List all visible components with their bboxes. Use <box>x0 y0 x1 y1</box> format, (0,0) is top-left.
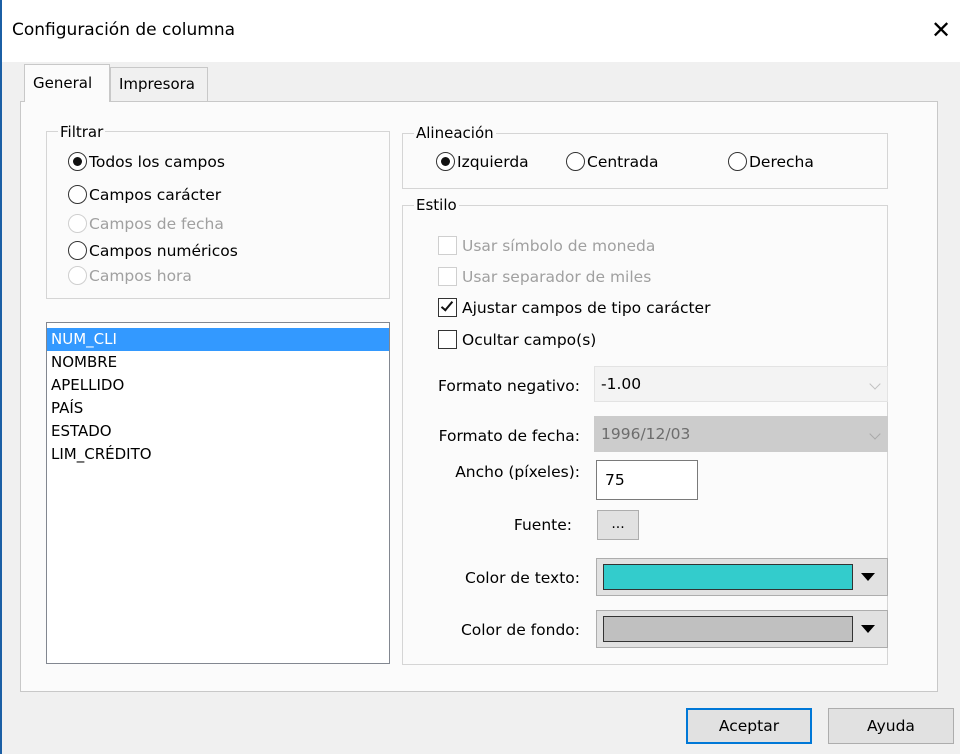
field-listbox[interactable]: NUM_CLI NOMBRE APELLIDO PAÍS ESTADO LIM_… <box>46 322 390 664</box>
radio-circle-icon <box>68 241 87 260</box>
checkbox-label: Usar símbolo de moneda <box>462 236 656 255</box>
filter-option-label: Campos de fecha <box>89 214 224 233</box>
window-border <box>0 0 2 754</box>
text-color-picker[interactable] <box>596 558 888 596</box>
dropdown-arrow-icon <box>861 573 875 581</box>
background-color-picker[interactable] <box>596 610 888 648</box>
radio-circle-icon <box>436 152 455 171</box>
filter-option-label: Campos hora <box>89 266 192 285</box>
align-left-radio[interactable]: Izquierda <box>436 152 529 171</box>
field-list-item[interactable]: NOMBRE <box>47 351 389 374</box>
font-picker-button[interactable]: ... <box>597 510 639 540</box>
thousands-separator-checkbox: Usar separador de miles <box>438 267 651 286</box>
radio-dot-icon <box>72 156 82 166</box>
date-format-label: Formato de fecha: <box>438 427 580 445</box>
filter-option-numeric[interactable]: Campos numéricos <box>68 241 238 260</box>
tab-impresora-label: Impresora <box>119 75 195 93</box>
filter-option-label: Campos numéricos <box>89 241 238 260</box>
alignment-group-title: Alineación <box>414 123 496 143</box>
field-list-item[interactable]: PAÍS <box>47 397 389 420</box>
radio-dot-icon <box>440 156 450 166</box>
window-title: Configuración de columna <box>12 20 236 40</box>
help-button[interactable]: Ayuda <box>828 708 954 744</box>
radio-circle-icon <box>68 266 87 285</box>
filter-group-title: Filtrar <box>58 122 106 142</box>
chevron-down-icon <box>869 378 881 390</box>
radio-circle-icon <box>68 152 87 171</box>
align-right-radio[interactable]: Derecha <box>728 152 814 171</box>
filter-option-character[interactable]: Campos carácter <box>68 185 221 204</box>
field-list-item[interactable]: LIM_CRÉDITO <box>47 443 389 466</box>
tab-impresora[interactable]: Impresora <box>110 67 208 101</box>
align-option-label: Derecha <box>749 152 814 171</box>
background-color-label: Color de fondo: <box>460 621 580 639</box>
background-color-swatch <box>603 616 853 642</box>
filter-option-all[interactable]: Todos los campos <box>68 152 225 171</box>
checkbox-label: Ocultar campo(s) <box>462 330 597 349</box>
checkbox-label: Ajustar campos de tipo carácter <box>462 298 711 317</box>
hide-field-checkbox[interactable]: Ocultar campo(s) <box>438 330 596 349</box>
radio-circle-icon <box>728 152 747 171</box>
tab-general-label: General <box>33 74 93 92</box>
checkbox-box-icon <box>438 330 457 349</box>
field-list-item[interactable]: APELLIDO <box>47 374 389 397</box>
font-label: Fuente: <box>513 516 572 534</box>
dropdown-arrow-icon <box>861 625 875 633</box>
currency-symbol-checkbox: Usar símbolo de moneda <box>438 236 655 255</box>
date-format-select: 1996/12/03 <box>594 416 888 452</box>
radio-circle-icon <box>566 152 585 171</box>
negative-format-select[interactable]: -1.00 <box>594 366 888 402</box>
checkbox-box-icon <box>438 236 457 255</box>
filter-option-label: Campos carácter <box>89 185 222 204</box>
negative-format-value: -1.00 <box>601 375 642 393</box>
tab-general[interactable]: General <box>24 64 110 102</box>
checkbox-box-icon <box>438 298 457 317</box>
align-option-label: Centrada <box>587 152 659 171</box>
radio-circle-icon <box>68 185 87 204</box>
wrap-character-checkbox[interactable]: Ajustar campos de tipo carácter <box>438 298 710 317</box>
radio-circle-icon <box>68 214 87 233</box>
filter-option-time: Campos hora <box>68 266 192 285</box>
filter-option-label: Todos los campos <box>89 152 225 171</box>
width-label: Ancho (píxeles): <box>455 463 580 481</box>
style-group-title: Estilo <box>414 195 459 215</box>
align-option-label: Izquierda <box>457 152 529 171</box>
filter-option-date: Campos de fecha <box>68 214 224 233</box>
text-color-swatch <box>603 564 853 590</box>
checkbox-box-icon <box>438 267 457 286</box>
chevron-down-icon <box>869 428 881 440</box>
negative-format-label: Formato negativo: <box>438 377 580 395</box>
field-list-item[interactable]: ESTADO <box>47 420 389 443</box>
ok-button[interactable]: Aceptar <box>686 708 812 744</box>
close-icon[interactable]: ✕ <box>926 12 956 48</box>
align-center-radio[interactable]: Centrada <box>566 152 658 171</box>
field-list-item[interactable]: NUM_CLI <box>47 328 389 351</box>
text-color-label: Color de texto: <box>465 569 580 587</box>
width-input[interactable]: 75 <box>596 460 698 500</box>
date-format-value: 1996/12/03 <box>601 425 691 443</box>
checkbox-label: Usar separador de miles <box>462 267 652 286</box>
checkmark-icon <box>440 298 454 312</box>
